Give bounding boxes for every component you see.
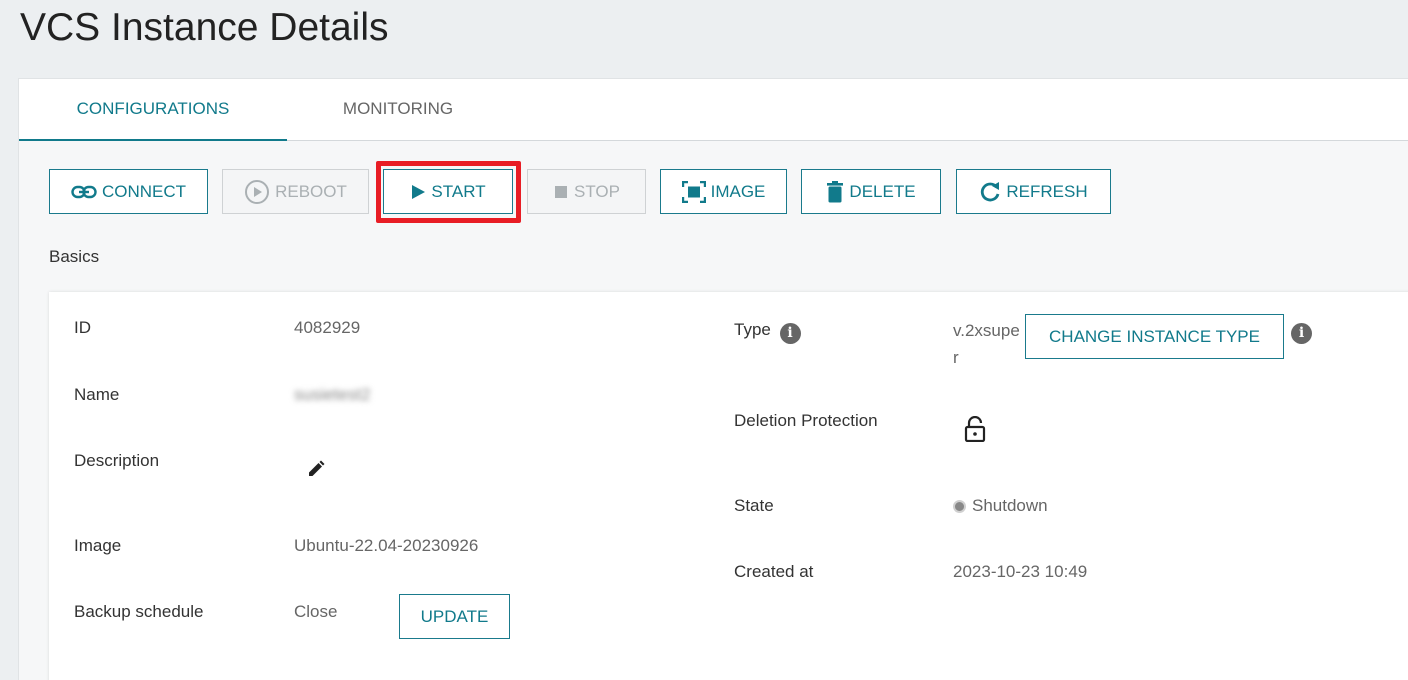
description-label: Description bbox=[74, 451, 160, 470]
stop-label: STOP bbox=[574, 181, 620, 201]
change-instance-type-button[interactable]: CHANGE INSTANCE TYPE bbox=[1025, 314, 1284, 359]
state-value-wrap: Shutdown bbox=[953, 496, 1048, 516]
created-at-label: Created at bbox=[734, 562, 814, 581]
reboot-label: REBOOT bbox=[275, 181, 347, 201]
stop-icon bbox=[555, 185, 567, 198]
backup-schedule-label: Backup schedule bbox=[74, 602, 204, 621]
status-dot bbox=[953, 500, 966, 514]
page-title: VCS Instance Details bbox=[20, 6, 389, 49]
basics-card: ID 4082929 Name susietest2 Description I… bbox=[49, 292, 1408, 680]
trash-icon bbox=[827, 180, 844, 202]
basics-section-label: Basics bbox=[49, 247, 100, 266]
instance-panel: CONFIGURATIONS MONITORING CONNECT REBOOT… bbox=[18, 78, 1408, 680]
unlock-icon[interactable] bbox=[964, 415, 986, 447]
backup-schedule-value: Close bbox=[294, 602, 338, 621]
id-label: ID bbox=[74, 318, 91, 337]
image-button[interactable]: IMAGE bbox=[660, 169, 787, 214]
play-icon bbox=[412, 184, 426, 199]
info-icon[interactable]: i bbox=[779, 323, 801, 344]
name-label: Name bbox=[74, 385, 120, 404]
deletion-protection-label: Deletion Protection bbox=[734, 411, 878, 430]
delete-label: DELETE bbox=[849, 181, 916, 201]
type-label: Type i bbox=[734, 320, 801, 344]
image-value: Ubuntu-22.04-20230926 bbox=[294, 536, 479, 555]
state-label: State bbox=[734, 496, 774, 515]
state-value: Shutdown bbox=[972, 496, 1048, 515]
play-circle-icon bbox=[245, 179, 270, 204]
info-icon[interactable]: i bbox=[1291, 323, 1312, 344]
created-at-value: 2023-10-23 10:49 bbox=[953, 562, 1088, 581]
refresh-icon bbox=[981, 181, 1000, 201]
image-frame-icon bbox=[681, 180, 706, 203]
tab-bar: CONFIGURATIONS MONITORING bbox=[19, 79, 1408, 141]
type-value: v.2xsuper bbox=[953, 321, 1020, 367]
link-icon bbox=[71, 185, 97, 198]
delete-button[interactable]: DELETE bbox=[801, 169, 941, 214]
refresh-label: REFRESH bbox=[1006, 181, 1088, 201]
connect-button[interactable]: CONNECT bbox=[49, 169, 208, 214]
id-value: 4082929 bbox=[294, 318, 361, 337]
update-backup-button[interactable]: UPDATE bbox=[399, 594, 510, 639]
refresh-button[interactable]: REFRESH bbox=[956, 169, 1111, 214]
start-button[interactable]: START bbox=[383, 169, 513, 214]
type-label-text: Type bbox=[734, 320, 771, 339]
pencil-icon[interactable] bbox=[307, 460, 325, 483]
reboot-button[interactable]: REBOOT bbox=[222, 169, 369, 214]
image-label: IMAGE bbox=[710, 181, 766, 201]
image-row-label: Image bbox=[74, 536, 122, 555]
tab-monitoring[interactable]: MONITORING bbox=[287, 79, 509, 141]
start-label: START bbox=[431, 181, 486, 201]
tab-configurations[interactable]: CONFIGURATIONS bbox=[19, 79, 287, 141]
connect-label: CONNECT bbox=[101, 181, 187, 201]
name-value: susietest2 bbox=[294, 385, 371, 404]
stop-button[interactable]: STOP bbox=[527, 169, 646, 214]
